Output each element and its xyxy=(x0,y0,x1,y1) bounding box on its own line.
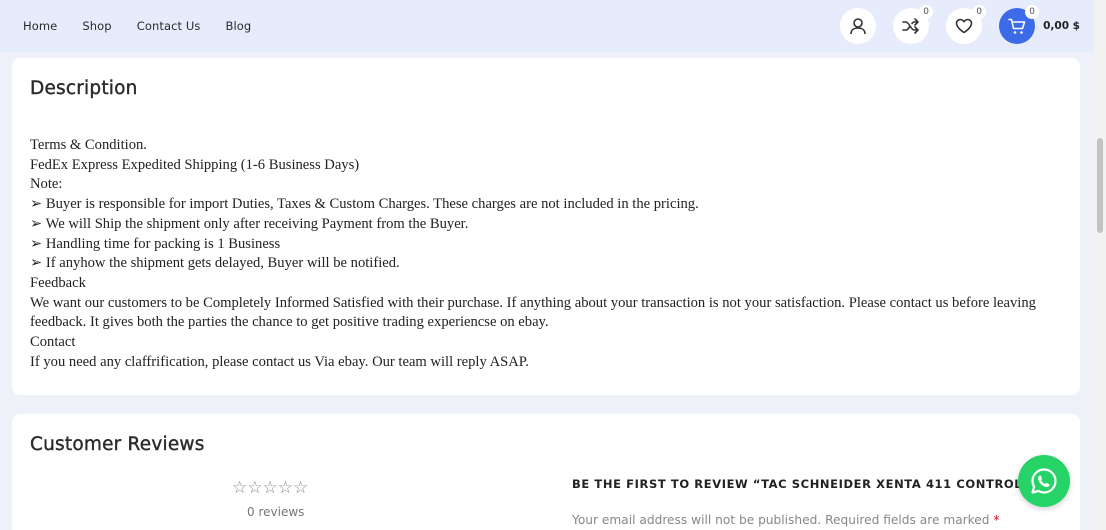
top-header: Home Shop Contact Us Blog 0 0 0 0,00 $ xyxy=(0,0,1094,52)
account-button[interactable] xyxy=(840,8,877,44)
cart-total[interactable]: 0,00 $ xyxy=(1043,20,1080,32)
star-rating: ☆☆☆☆☆ xyxy=(232,478,309,498)
description-line: ➢ Handling time for packing is 1 Busines… xyxy=(30,235,281,252)
description-line: FedEx Express Expedited Shipping (1-6 Bu… xyxy=(30,156,360,173)
header-actions: 0 0 0 0,00 $ xyxy=(823,5,1080,44)
description-line: We want our customers to be Completely I… xyxy=(30,294,1036,331)
customer-reviews-section: Customer Reviews ☆☆☆☆☆ 0 reviews BE THE … xyxy=(12,414,1080,530)
page-scrollbar[interactable] xyxy=(1094,0,1106,530)
cart-button[interactable]: 0 xyxy=(999,5,1040,44)
description-line: If you need any claffrification, please … xyxy=(30,353,529,370)
reviews-title: Customer Reviews xyxy=(30,434,205,455)
review-form-note: Your email address will not be published… xyxy=(572,513,1000,527)
nav-contact-us[interactable]: Contact Us xyxy=(137,19,201,33)
main-nav: Home Shop Contact Us Blog xyxy=(23,19,276,33)
whatsapp-chat-button[interactable] xyxy=(1018,455,1070,507)
review-count: 0 reviews xyxy=(247,505,305,519)
description-line: Feedback xyxy=(30,274,86,291)
description-line: Contact xyxy=(30,334,76,351)
nav-shop[interactable]: Shop xyxy=(82,19,111,33)
scrollbar-thumb[interactable] xyxy=(1097,138,1103,233)
description-line: ➢ We will Ship the shipment only after r… xyxy=(30,215,469,232)
shuffle-icon xyxy=(902,18,919,34)
review-form-title: BE THE FIRST TO REVIEW “TAC SCHNEIDER XE… xyxy=(572,477,1032,491)
nav-blog[interactable]: Blog xyxy=(226,19,252,33)
nav-home[interactable]: Home xyxy=(23,19,57,33)
whatsapp-icon xyxy=(1031,468,1057,494)
wishlist-button[interactable]: 0 xyxy=(946,5,987,44)
description-body: Terms & Condition. FedEx Express Expedit… xyxy=(30,136,1060,372)
description-line: Note: xyxy=(30,176,63,193)
review-note-text: Your email address will not be published… xyxy=(572,513,990,527)
required-mark: * xyxy=(993,513,1000,527)
description-section: Description Terms & Condition. FedEx Exp… xyxy=(12,58,1080,395)
description-title: Description xyxy=(30,78,138,99)
compare-button[interactable]: 0 xyxy=(893,5,934,44)
description-line: ➢ If anyhow the shipment gets delayed, B… xyxy=(30,255,400,272)
heart-icon xyxy=(955,18,973,34)
cart-count-badge: 0 xyxy=(1025,5,1040,19)
star-icons: ☆☆☆☆☆ xyxy=(232,478,309,498)
compare-count-badge: 0 xyxy=(919,5,934,19)
cart-icon xyxy=(1008,18,1026,34)
wishlist-count-badge: 0 xyxy=(972,5,987,19)
user-icon xyxy=(850,18,866,35)
description-line: Terms & Condition. xyxy=(30,137,147,153)
description-line: ➢ Buyer is responsible for import Duties… xyxy=(30,196,699,213)
